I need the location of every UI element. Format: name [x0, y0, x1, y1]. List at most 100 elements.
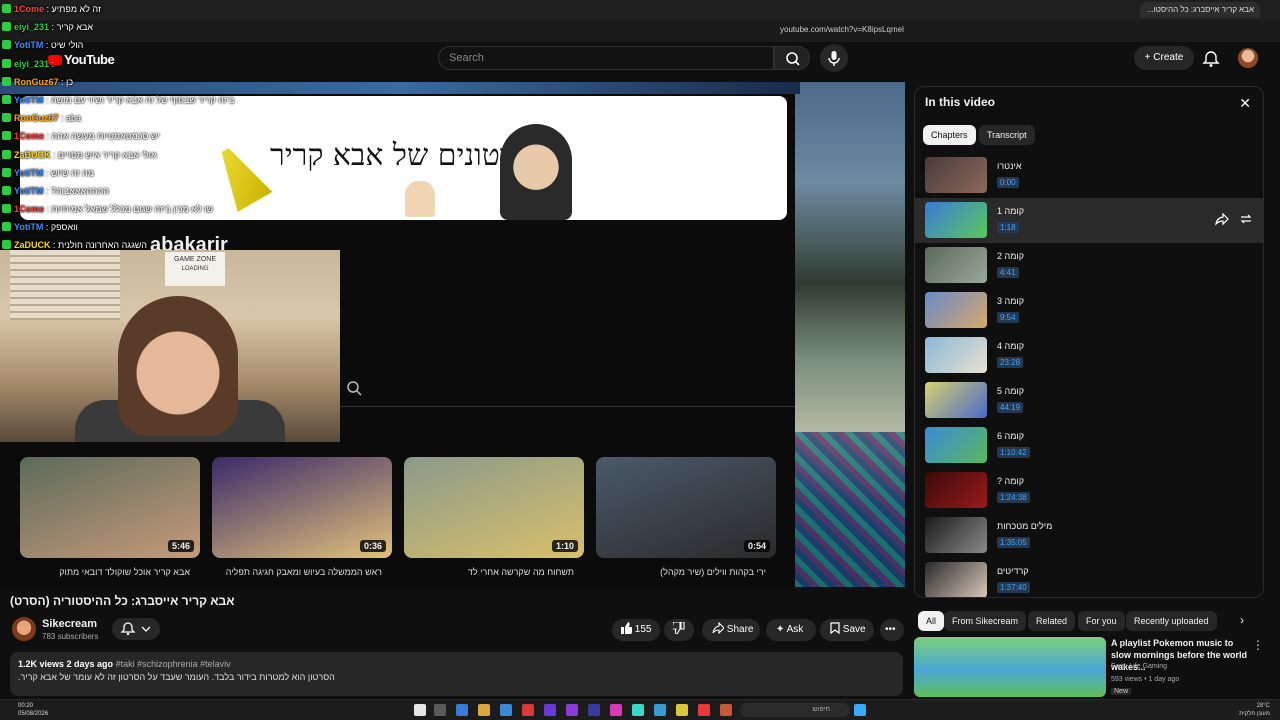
chip-for-you[interactable]: For you	[1078, 611, 1125, 631]
rec-title[interactable]: תשחוח מה שקרשה אחרי לד	[404, 567, 574, 577]
dislike-button[interactable]	[664, 619, 694, 641]
app-icon[interactable]	[522, 704, 534, 716]
chip-related[interactable]: Related	[1028, 611, 1076, 631]
video-player[interactable]: הסרטונים של אבא קריר abakarir GAME ZONE L…	[0, 82, 905, 587]
tab-transcript[interactable]: Transcript	[979, 125, 1035, 145]
share-icon[interactable]	[1215, 212, 1229, 226]
chapter-item[interactable]: קומה 3 9:54	[915, 288, 1263, 333]
close-icon[interactable]: ✕	[1239, 95, 1251, 112]
chapter-item[interactable]: מילים מטכחות 1:35:05	[915, 513, 1263, 558]
rec-title[interactable]: ראש הממשלה בעיוש ומאבק חגיגה תפליה	[212, 567, 382, 577]
chapter-timestamp[interactable]: 1:24:38	[997, 492, 1030, 503]
voice-search-button[interactable]	[820, 44, 848, 72]
chevron-right-icon[interactable]: ›	[1240, 613, 1244, 627]
chapter-thumbnail[interactable]	[925, 157, 987, 193]
chapter-item[interactable]: קומה 1 1:18	[915, 198, 1263, 243]
chapter-thumbnail[interactable]	[925, 472, 987, 508]
chip-all[interactable]: All	[918, 611, 945, 631]
chapter-timestamp[interactable]: 9:54	[997, 312, 1019, 323]
create-button[interactable]: + Create	[1134, 46, 1194, 70]
chapter-item[interactable]: אינטרו 0:00	[915, 153, 1263, 198]
hashtags[interactable]: #taki #schizophrenia #telaviv	[116, 659, 231, 669]
app-icon[interactable]	[720, 704, 732, 716]
chapter-thumbnail[interactable]	[925, 517, 987, 553]
chapter-item[interactable]: קומה 4 23:28	[915, 333, 1263, 378]
rec-thumbnail[interactable]: 0:36	[212, 457, 392, 558]
app-icon[interactable]	[434, 704, 446, 716]
loop-icon[interactable]	[1239, 212, 1253, 226]
chapter-thumbnail[interactable]	[925, 382, 987, 418]
app-icon[interactable]	[654, 704, 666, 716]
rec-title[interactable]: ירי בקהות ווילים (שיר מקהל)	[596, 567, 766, 577]
chapter-item[interactable]: קרדיטים 1:37:40	[915, 558, 1263, 597]
app-icon[interactable]	[414, 704, 426, 716]
app-icon[interactable]	[610, 704, 622, 716]
side-rec-thumbnail[interactable]	[914, 637, 1106, 697]
hand-illustration	[405, 181, 435, 217]
weather-widget[interactable]: 28°C מעונן חלקית	[1239, 702, 1270, 718]
chapters-panel: In this video ✕ Chapters Transcript אינט…	[914, 86, 1264, 598]
app-icon[interactable]	[588, 704, 600, 716]
channel-avatar[interactable]	[12, 617, 36, 641]
app-icon[interactable]	[456, 704, 468, 716]
chapter-item[interactable]: קומה 5 44:19	[915, 378, 1263, 423]
chapter-timestamp[interactable]: 23:28	[997, 357, 1024, 368]
account-avatar[interactable]	[1238, 48, 1258, 68]
taskbar-search[interactable]: חיפוש	[740, 703, 850, 717]
side-rec-channel[interactable]: Farm Life Gaming	[1111, 663, 1167, 670]
browser-tab[interactable]: אבא קריר אייסברג: כל ההיסטו...	[1140, 2, 1260, 18]
rec-title[interactable]: אבא קריר אוכל שוקולד דובאי מתוק	[20, 567, 190, 577]
chapter-timestamp[interactable]: 44:19	[997, 402, 1024, 413]
app-icon[interactable]	[500, 704, 512, 716]
share-button[interactable]: Share	[702, 619, 760, 641]
windows-start-icon[interactable]	[854, 704, 866, 716]
chip-recently-uploaded[interactable]: Recently uploaded	[1126, 611, 1217, 631]
app-icon[interactable]	[632, 704, 644, 716]
taskbar-clock[interactable]: 00:20 05/08/2026	[18, 702, 48, 718]
app-icon[interactable]	[544, 704, 556, 716]
more-actions-button[interactable]: •••	[880, 619, 904, 641]
ask-label: Ask	[786, 624, 804, 635]
chapter-timestamp[interactable]: 1:37:40	[997, 582, 1030, 593]
subscription-bell-button[interactable]	[112, 618, 160, 640]
chapter-timestamp[interactable]: 4:41	[997, 267, 1019, 278]
chapter-timestamp[interactable]: 0:00	[997, 177, 1019, 188]
tab-chapters[interactable]: Chapters	[923, 125, 976, 145]
chapter-item[interactable]: קומה 2 4:41	[915, 243, 1263, 288]
search-icon[interactable]	[346, 380, 362, 396]
chapter-thumbnail[interactable]	[925, 337, 987, 373]
app-icon[interactable]	[676, 704, 688, 716]
url-text[interactable]: youtube.com/watch?v=K8ipsLqmel	[780, 25, 904, 34]
notifications-button[interactable]	[1202, 50, 1220, 68]
like-button[interactable]: 155	[612, 619, 660, 641]
chapter-thumbnail[interactable]	[925, 247, 987, 283]
chapter-thumbnail[interactable]	[925, 202, 987, 238]
ask-button[interactable]: ✦ Ask	[766, 619, 816, 641]
channel-name[interactable]: Sikecream	[42, 618, 97, 630]
chapter-item[interactable]: קומה ? 1:24:38	[915, 468, 1263, 513]
chapter-title: קרדיטים	[997, 566, 1029, 576]
search-input[interactable]: Search	[438, 46, 774, 70]
rec-thumbnail[interactable]: 1:10	[404, 457, 584, 558]
subscriber-count: 783 subscribers	[42, 632, 99, 641]
app-icon[interactable]	[566, 704, 578, 716]
more-vertical-icon[interactable]: ⋮	[1252, 638, 1264, 652]
chapter-thumbnail[interactable]	[925, 562, 987, 597]
youtube-logo[interactable]: YouTube	[48, 52, 115, 67]
rec-thumbnail[interactable]: 5:46	[20, 457, 200, 558]
rec-thumbnail[interactable]: 0:54	[596, 457, 776, 558]
search-icon	[786, 52, 800, 66]
chapter-thumbnail[interactable]	[925, 427, 987, 463]
chapter-thumbnail[interactable]	[925, 292, 987, 328]
search-button[interactable]	[774, 46, 810, 70]
chapter-item[interactable]: קומה 6 1:10:42	[915, 423, 1263, 468]
chapter-timestamp[interactable]: 1:18	[997, 222, 1019, 233]
chapter-timestamp[interactable]: 1:10:42	[997, 447, 1030, 458]
address-bar[interactable]: youtube.com/watch?v=K8ipsLqmel	[0, 20, 1280, 42]
app-icon[interactable]	[478, 704, 490, 716]
chapter-timestamp[interactable]: 1:35:05	[997, 537, 1030, 548]
clock-time: 00:20	[18, 703, 34, 709]
app-icon[interactable]	[698, 704, 710, 716]
save-button[interactable]: Save	[820, 619, 874, 641]
chip-from-channel[interactable]: From Sikecream	[944, 611, 1027, 631]
